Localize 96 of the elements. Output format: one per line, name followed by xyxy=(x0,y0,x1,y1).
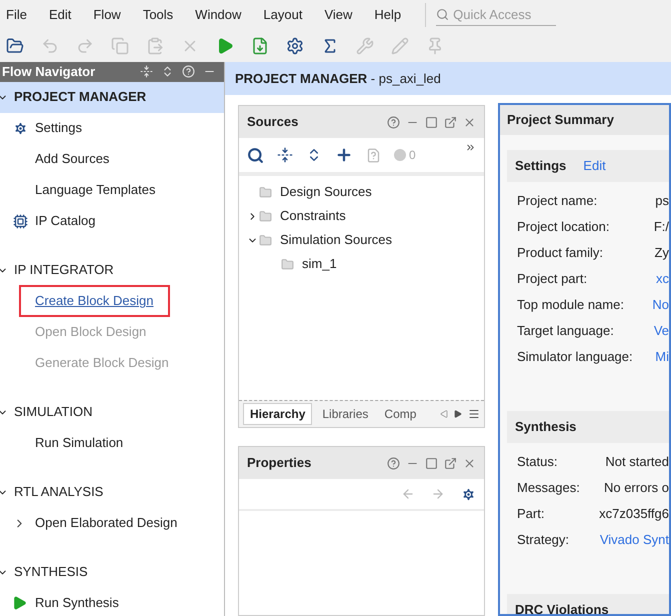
menu-item[interactable]: Flow xyxy=(93,5,121,25)
nav-item[interactable]: Run Simulation xyxy=(35,433,124,453)
nav-item[interactable]: IP Catalog xyxy=(35,211,96,231)
collapse-all-icon[interactable] xyxy=(277,147,293,163)
panel-title: Properties xyxy=(247,454,312,472)
field-label: Target language: xyxy=(517,322,615,340)
float-icon[interactable] xyxy=(444,456,457,470)
field-value: No errors o xyxy=(604,479,669,498)
field-link[interactable]: Mi xyxy=(655,347,669,367)
chip-icon xyxy=(13,214,28,228)
section-title: SYNTHESIS xyxy=(14,563,88,582)
menu-item[interactable]: View xyxy=(324,5,352,25)
field-value: F:/ xyxy=(654,218,669,236)
close-icon[interactable] xyxy=(463,116,476,128)
nav-item[interactable]: Language Templates xyxy=(35,180,156,200)
tree-item[interactable]: Constraints xyxy=(280,206,346,226)
count: 0 xyxy=(409,147,416,164)
field-label: Product family: xyxy=(517,244,604,262)
float-icon[interactable] xyxy=(444,116,457,128)
field-value: xc7z035ffg6 xyxy=(599,505,669,524)
folder-icon xyxy=(259,186,272,198)
field-value: ps xyxy=(655,192,669,210)
search-icon[interactable] xyxy=(247,146,264,164)
play-icon[interactable] xyxy=(216,37,234,55)
nav-item[interactable]: Create Block Design xyxy=(35,293,154,308)
section-title: IP INTEGRATOR xyxy=(14,261,114,280)
nav-item[interactable]: Add Sources xyxy=(35,149,110,169)
field-link[interactable]: Ve xyxy=(654,321,669,341)
settings-icon[interactable] xyxy=(286,37,304,55)
field-link[interactable]: Vivado Synt xyxy=(600,530,669,550)
right-arrow-icon[interactable] xyxy=(454,410,462,418)
panel-tab[interactable]: Libraries xyxy=(316,403,374,425)
folder-icon xyxy=(259,234,272,246)
nav-item[interactable]: Open Elaborated Design xyxy=(35,513,178,533)
menu-item[interactable]: Edit xyxy=(48,5,72,25)
add-icon[interactable] xyxy=(335,146,353,164)
panel-tab[interactable]: Hierarchy xyxy=(243,403,312,425)
play-icon xyxy=(13,596,27,610)
field-label: Top module name: xyxy=(517,296,625,314)
section-header[interactable]: RTL ANALYSIS xyxy=(0,476,224,508)
panel-title: Project Summary xyxy=(507,111,614,130)
back-icon[interactable] xyxy=(401,487,415,501)
download-icon[interactable] xyxy=(251,37,269,55)
field-label: Status: xyxy=(517,453,558,472)
menu-item[interactable]: Tools xyxy=(142,5,174,25)
menu-item[interactable]: Help xyxy=(374,5,402,25)
left-arrow-icon[interactable] xyxy=(440,410,448,418)
edit-link[interactable]: Edit xyxy=(583,156,606,176)
menu-item[interactable]: Window xyxy=(195,5,242,25)
tree-item[interactable]: Design Sources xyxy=(280,182,372,202)
more-icon[interactable] xyxy=(465,142,476,153)
nav-item[interactable]: Run Synthesis xyxy=(35,593,119,613)
field-label: Project name: xyxy=(517,192,598,210)
section-title: RTL ANALYSIS xyxy=(14,483,104,502)
menu-icon[interactable] xyxy=(468,408,480,420)
header-title: PROJECT MANAGER - ps_axi_led xyxy=(235,70,441,88)
field-label: Project location: xyxy=(517,218,610,236)
folder-icon xyxy=(281,258,294,270)
field-value: Zy xyxy=(654,244,669,262)
panel-title: Sources xyxy=(247,113,298,132)
field-value: Not started xyxy=(605,453,669,472)
menu-item[interactable]: Layout xyxy=(263,5,302,25)
settings-icon xyxy=(13,120,28,136)
field-label: Strategy: xyxy=(517,531,570,550)
collapse-all-icon[interactable] xyxy=(140,65,153,78)
nav-item[interactable]: Settings xyxy=(35,118,82,138)
field-label: Messages: xyxy=(517,479,581,498)
tree-item[interactable]: sim_1 xyxy=(302,254,337,274)
field-link[interactable]: No xyxy=(652,295,669,315)
help-icon[interactable] xyxy=(387,456,400,470)
section-header[interactable]: PROJECT MANAGER xyxy=(0,82,224,112)
folder-icon[interactable] xyxy=(6,37,24,55)
section-header[interactable]: IP INTEGRATOR xyxy=(0,254,224,286)
panel-title: Flow Navigator xyxy=(2,63,96,81)
section-title: Synthesis xyxy=(515,418,576,436)
menu-item[interactable]: File xyxy=(6,5,27,25)
panel-tab[interactable]: Comp xyxy=(378,403,422,425)
field-label: Simulator language: xyxy=(517,348,634,366)
maximize-icon[interactable] xyxy=(425,116,438,128)
forward-icon[interactable] xyxy=(431,487,445,501)
field-label: Project part: xyxy=(517,270,588,288)
field-link[interactable]: xc xyxy=(656,269,669,289)
help-document-icon[interactable] xyxy=(366,148,381,162)
field-label: Part: xyxy=(517,505,546,524)
search-icon xyxy=(436,8,450,21)
tree-item[interactable]: Simulation Sources xyxy=(280,230,392,250)
section-title: SIMULATION xyxy=(14,403,92,422)
section-title: PROJECT MANAGER xyxy=(14,88,146,106)
maximize-icon[interactable] xyxy=(425,456,438,470)
help-icon[interactable] xyxy=(387,116,400,128)
section-header[interactable]: SYNTHESIS xyxy=(0,556,224,588)
quick-access-field[interactable]: Quick Access xyxy=(436,4,556,26)
section-title: Settings xyxy=(515,157,566,176)
section-header[interactable]: SIMULATION xyxy=(0,396,224,428)
close-icon[interactable] xyxy=(463,456,476,470)
folder-icon xyxy=(259,210,272,222)
